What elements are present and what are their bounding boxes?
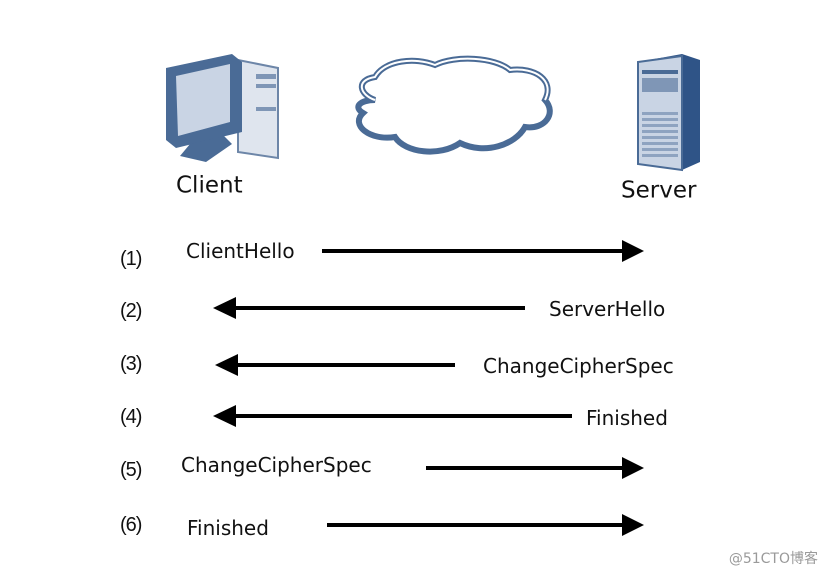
arrow-left [215, 354, 455, 376]
arrow-left [213, 405, 572, 427]
arrow-right [426, 457, 644, 479]
message-arrows [213, 240, 644, 536]
arrow-right [327, 514, 644, 536]
arrow-left [213, 297, 525, 319]
arrow-right [322, 240, 644, 262]
watermark: @51CTO博客 [728, 551, 818, 567]
